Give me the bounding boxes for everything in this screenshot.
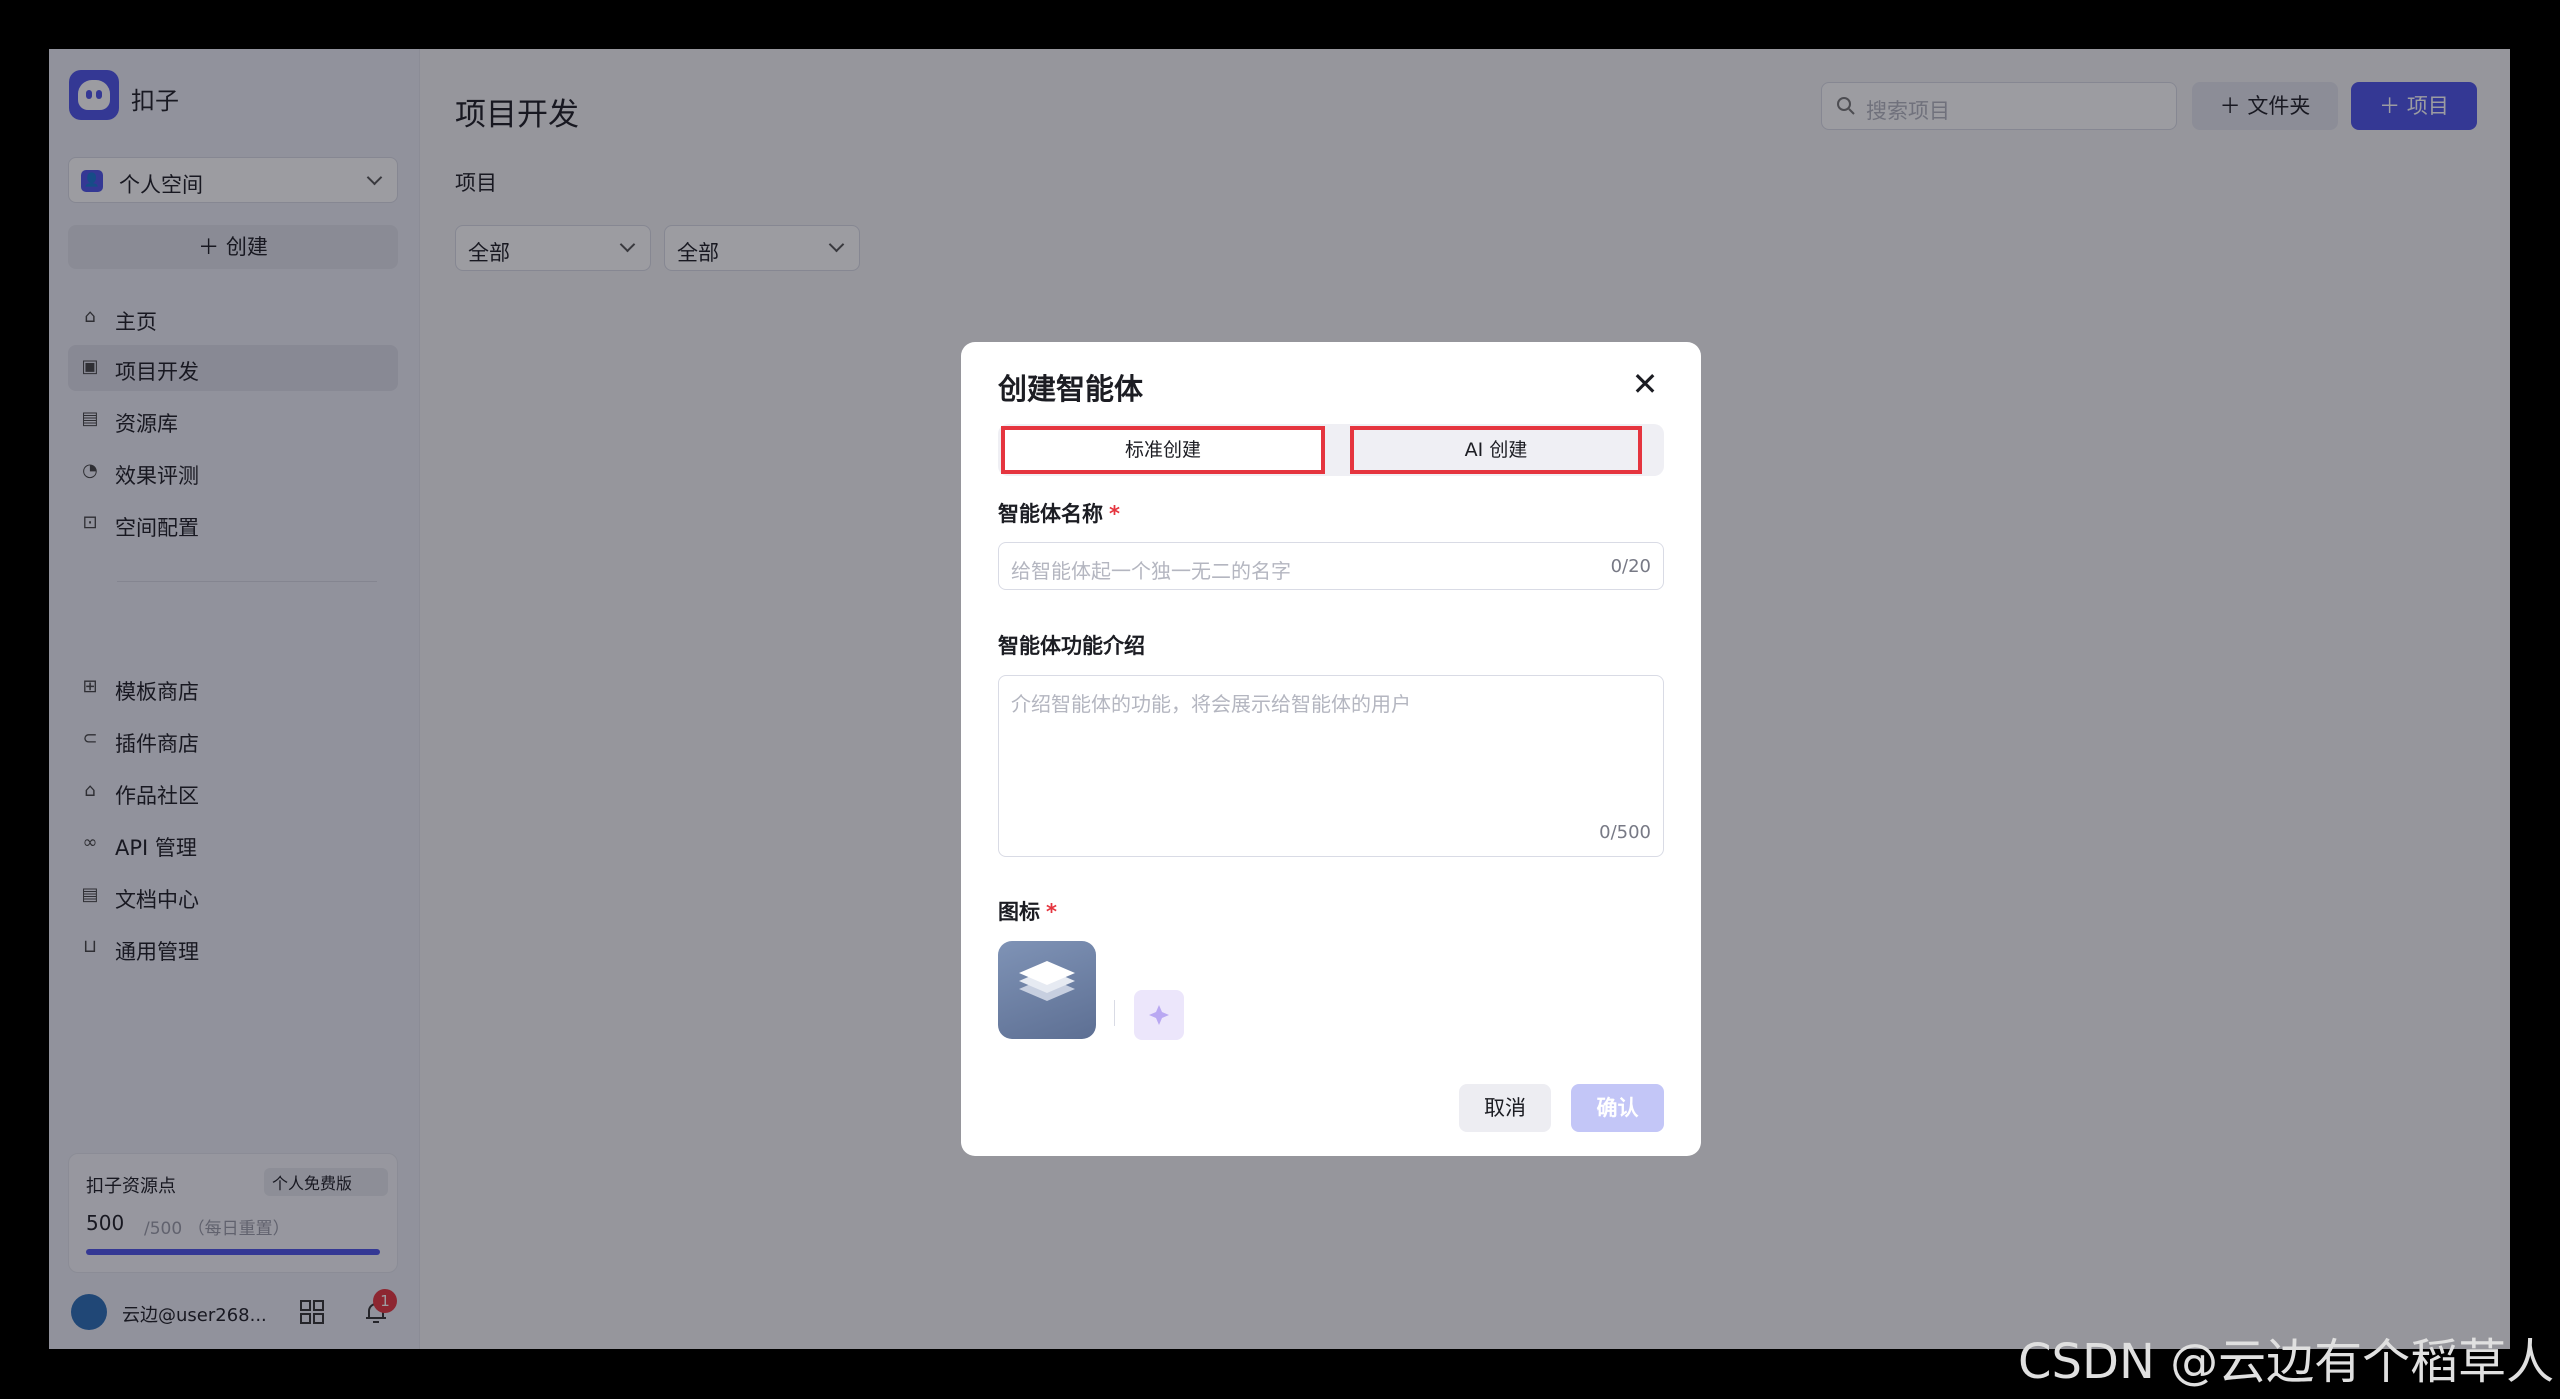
icon-field-label: 图标 * (998, 900, 1057, 924)
create-agent-dialog: 创建智能体 ✕ 标准创建 AI 创建 智能体名称 * 给智能体起一个独一无二的名字… (961, 342, 1701, 1156)
agent-icon-preview[interactable] (998, 941, 1096, 1039)
name-field-label: 智能体名称 * (998, 502, 1120, 526)
cancel-button[interactable]: 取消 (1459, 1084, 1551, 1132)
description-field-label: 智能体功能介绍 (998, 634, 1145, 658)
description-placeholder: 介绍智能体的功能，将会展示给智能体的用户 (1011, 692, 1411, 716)
dialog-title: 创建智能体 (998, 372, 1144, 406)
name-char-counter: 0/20 (1610, 556, 1651, 577)
required-mark: * (1109, 502, 1120, 526)
ai-generate-icon-button[interactable] (1134, 990, 1184, 1040)
layers-icon (1019, 961, 1075, 1001)
sparkle-icon (1149, 1005, 1169, 1025)
create-mode-tabs: 标准创建 AI 创建 (998, 424, 1664, 476)
close-icon[interactable]: ✕ (1629, 368, 1661, 400)
agent-description-textarea[interactable]: 介绍智能体的功能，将会展示给智能体的用户 0/500 (998, 675, 1664, 857)
app-window: 扣子 👤 个人空间 ＋ 创建 ⌂ 主页 ▣ 项目开发 ▤ 资源库 ◔ 效果评测 … (49, 49, 2510, 1349)
description-char-counter: 0/500 (1599, 822, 1651, 843)
confirm-button[interactable]: 确认 (1571, 1084, 1664, 1132)
tab-ai-create[interactable]: AI 创建 (1350, 426, 1642, 474)
tab-standard-create[interactable]: 标准创建 (1001, 426, 1325, 474)
watermark: CSDN @云边有个稻草人 (2018, 1334, 2555, 1390)
name-placeholder: 给智能体起一个独一无二的名字 (1011, 559, 1291, 583)
icon-divider (1114, 1000, 1115, 1026)
agent-name-input[interactable]: 给智能体起一个独一无二的名字 0/20 (998, 542, 1664, 590)
required-mark: * (1046, 900, 1057, 924)
